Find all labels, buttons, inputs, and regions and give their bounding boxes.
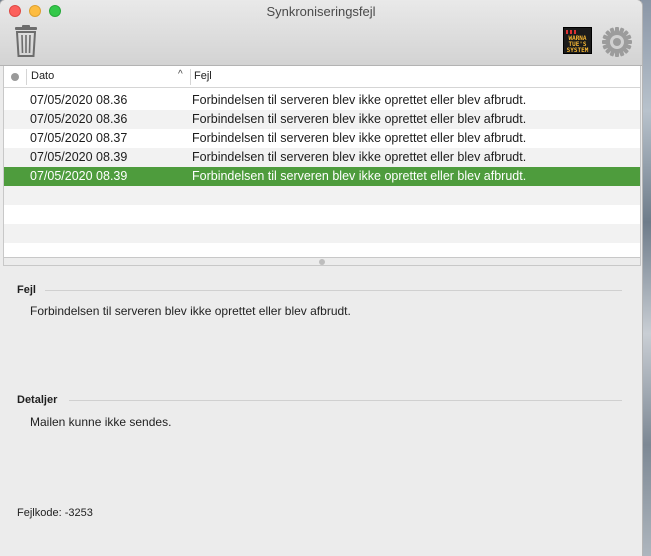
ticker-icon[interactable]: WARNA TUE'S SYSTEM xyxy=(563,27,592,54)
table-body: 07/05/2020 08.36 Forbindelsen til server… xyxy=(4,91,640,243)
error-code: Fejlkode: -3253 xyxy=(17,507,93,519)
row-date: 07/05/2020 08.37 xyxy=(30,131,128,145)
gear-icon[interactable] xyxy=(600,25,634,59)
table-row[interactable]: 07/05/2020 08.36 Forbindelsen til server… xyxy=(4,91,640,110)
divider xyxy=(45,290,622,291)
table-row[interactable]: 07/05/2020 08.36 Forbindelsen til server… xyxy=(4,110,640,129)
row-error: Forbindelsen til serveren blev ikke opre… xyxy=(192,112,527,126)
table-row-selected[interactable]: 07/05/2020 08.39 Forbindelsen til server… xyxy=(4,167,640,186)
trash-icon[interactable] xyxy=(12,25,40,57)
desktop-background xyxy=(641,0,651,556)
row-date: 07/05/2020 08.39 xyxy=(30,169,128,183)
error-column-header[interactable]: Fejl xyxy=(194,70,212,82)
row-date: 07/05/2020 08.39 xyxy=(30,150,128,164)
row-error: Forbindelsen til serveren blev ikke opre… xyxy=(192,169,527,183)
details-heading: Detaljer xyxy=(17,394,58,406)
status-column-header[interactable] xyxy=(11,73,19,81)
split-divider[interactable] xyxy=(4,257,640,266)
column-separator[interactable] xyxy=(26,69,27,85)
titlebar: Synkroniseringsfejl WARNA TUE'S SYSTEM xyxy=(0,0,642,66)
sync-error-window: Synkroniseringsfejl WARNA TUE'S SYSTEM D… xyxy=(0,0,642,556)
error-description: Forbindelsen til serveren blev ikke opre… xyxy=(30,304,351,318)
details-description: Mailen kunne ikke sendes. xyxy=(30,415,172,429)
table-row[interactable]: 07/05/2020 08.37 Forbindelsen til server… xyxy=(4,129,640,148)
table-header: Dato ^ Fejl xyxy=(4,66,640,88)
column-separator[interactable] xyxy=(190,69,191,85)
empty-row xyxy=(4,186,640,205)
row-error: Forbindelsen til serveren blev ikke opre… xyxy=(192,93,527,107)
split-handle-icon[interactable] xyxy=(319,259,325,265)
window-title: Synkroniseringsfejl xyxy=(266,4,376,19)
divider xyxy=(69,400,622,401)
date-column-header[interactable]: Dato xyxy=(31,70,54,82)
ticker-text: WARNA TUE'S SYSTEM xyxy=(566,35,589,54)
row-error: Forbindelsen til serveren blev ikke opre… xyxy=(192,150,527,164)
ticker-dots xyxy=(566,30,576,34)
table-row[interactable]: 07/05/2020 08.39 Forbindelsen til server… xyxy=(4,148,640,167)
error-table: Dato ^ Fejl 07/05/2020 08.36 Forbindelse… xyxy=(3,66,641,266)
empty-row xyxy=(4,224,640,243)
row-date: 07/05/2020 08.36 xyxy=(30,93,128,107)
sort-ascending-icon: ^ xyxy=(178,69,183,80)
row-error: Forbindelsen til serveren blev ikke opre… xyxy=(192,131,527,145)
error-heading: Fejl xyxy=(17,284,36,296)
row-date: 07/05/2020 08.36 xyxy=(30,112,128,126)
detail-pane: Fejl Forbindelsen til serveren blev ikke… xyxy=(0,267,642,556)
empty-row xyxy=(4,205,640,224)
